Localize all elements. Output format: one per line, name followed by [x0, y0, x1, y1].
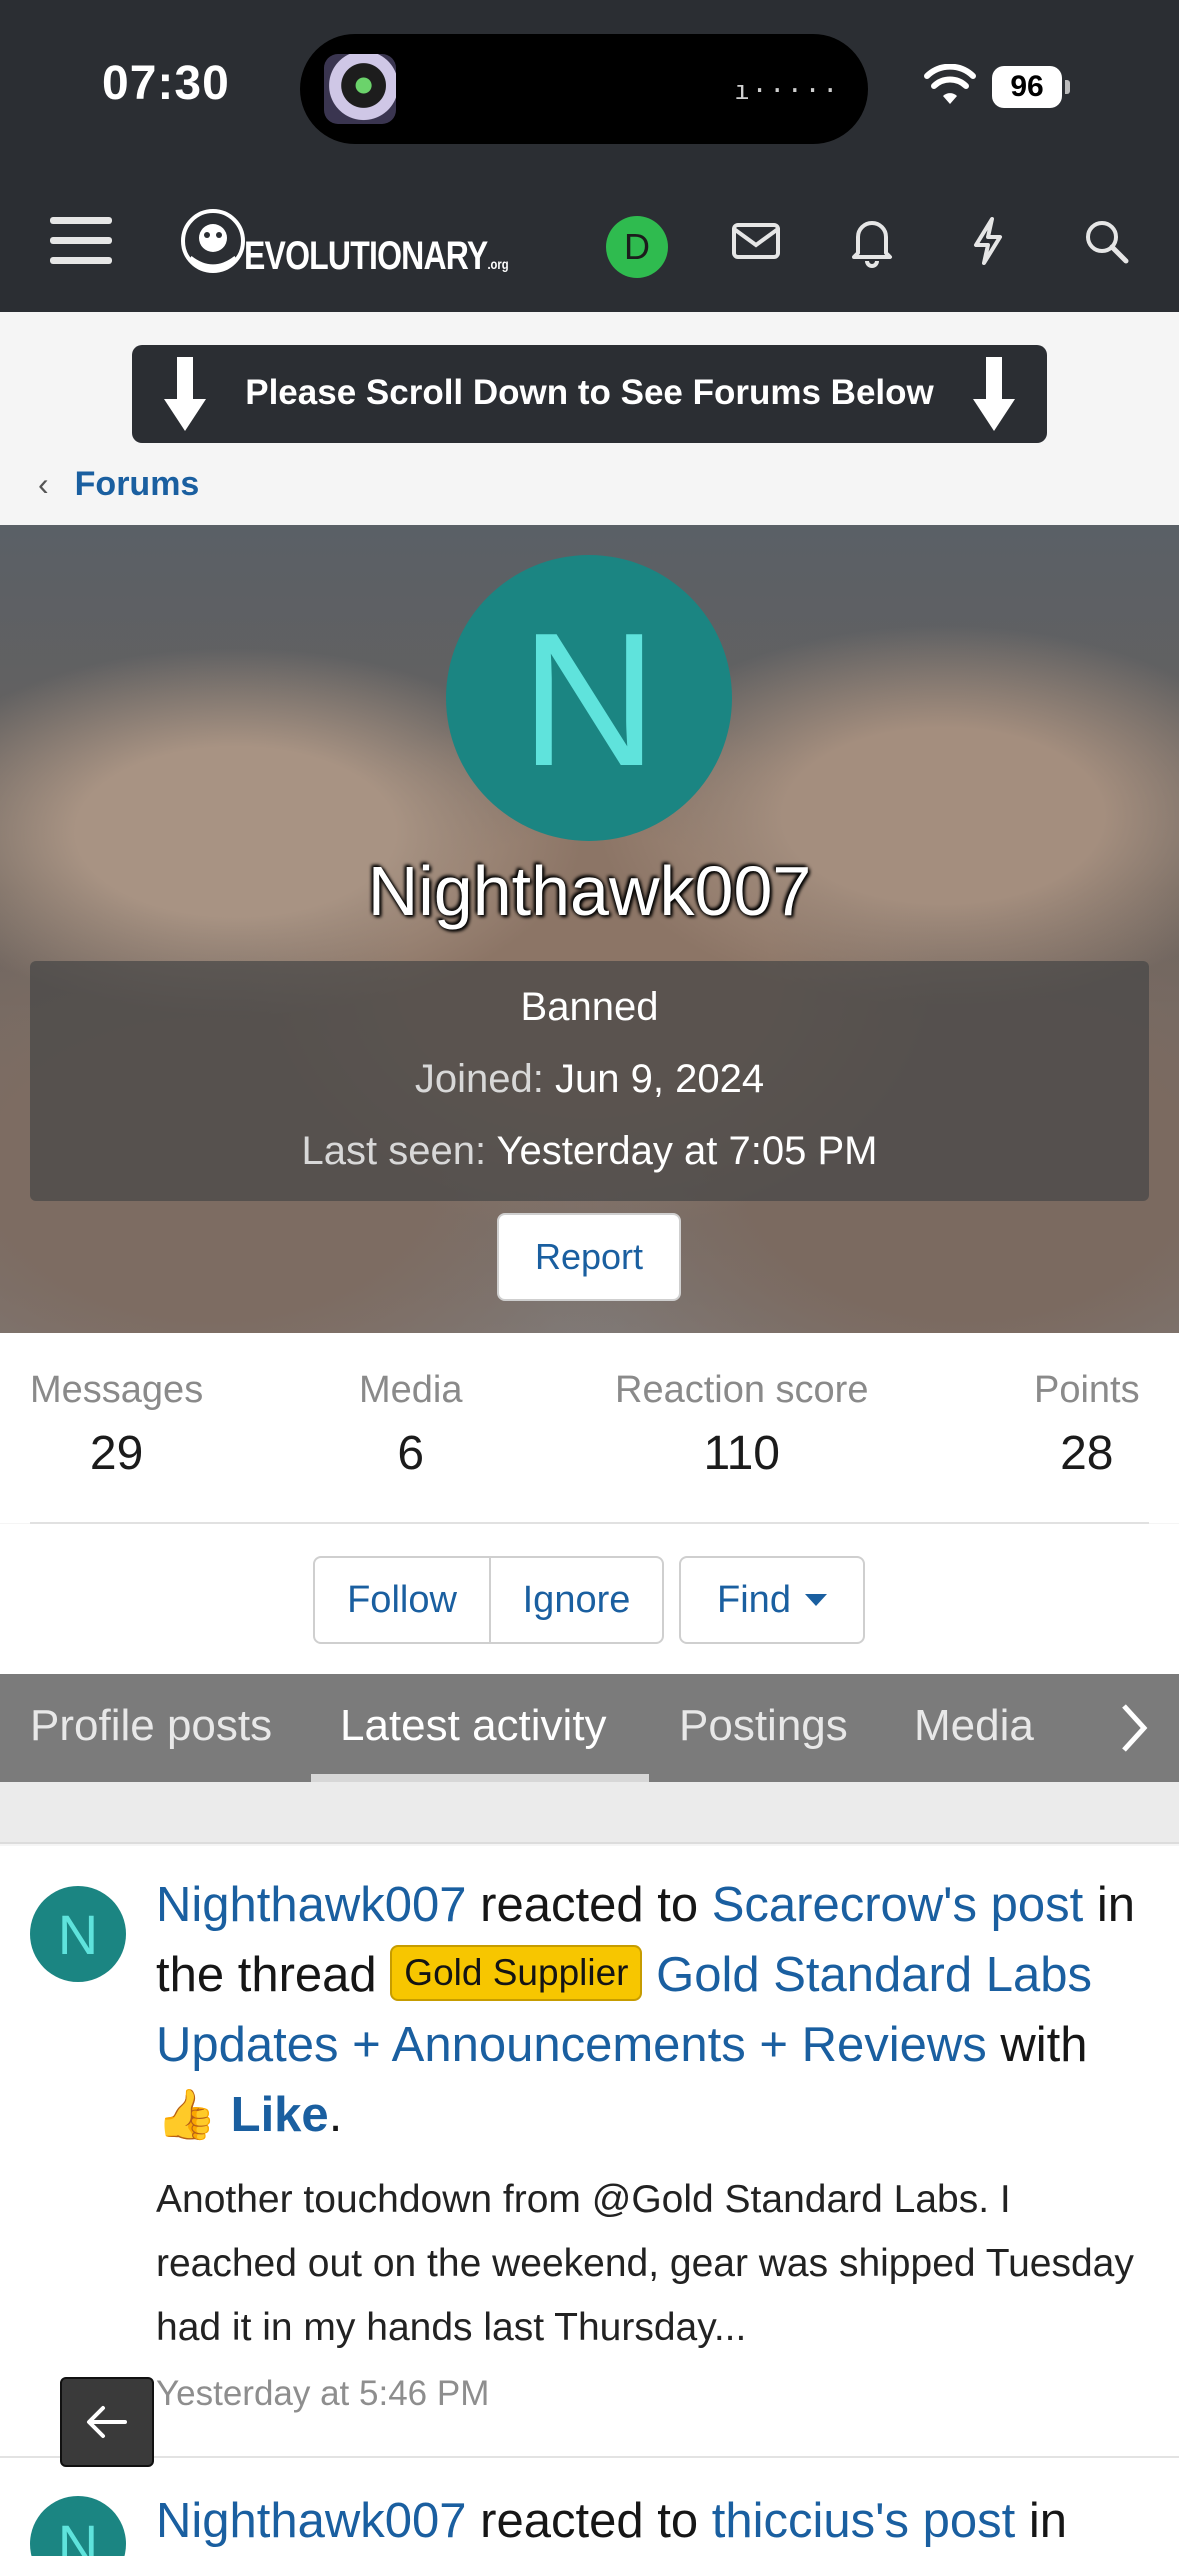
chevron-left-icon: ‹	[38, 465, 49, 502]
back-button[interactable]	[60, 2377, 154, 2467]
profile-tabs: Profile posts Latest activity Postings M…	[0, 1674, 1179, 1782]
profile-info-box: Banned Joined: Jun 9, 2024 Last seen: Ye…	[30, 961, 1149, 1201]
search-icon[interactable]	[1074, 209, 1138, 273]
audio-wave-icon: ı·····	[734, 76, 840, 106]
activity-item: Nighthawk007 reacted to thiccius's post …	[156, 2494, 1067, 2548]
now-playing-thumbnail	[324, 54, 396, 124]
active-tab-indicator	[311, 1774, 649, 1782]
avatar[interactable]: N	[30, 1886, 126, 1982]
reaction-label[interactable]: Like	[231, 2088, 329, 2142]
report-button[interactable]: Report	[497, 1213, 681, 1301]
arrow-left-icon	[87, 2406, 127, 2438]
stat-messages[interactable]: Messages 29	[30, 1369, 203, 1481]
find-dropdown-button[interactable]: Find	[679, 1556, 865, 1644]
scroll-notice-banner: Please Scroll Down to See Forums Below	[132, 345, 1047, 443]
follow-button[interactable]: Follow	[313, 1556, 491, 1644]
post-link[interactable]: thiccius's post	[712, 2494, 1015, 2548]
user-link[interactable]: Nighthawk007	[156, 2494, 467, 2548]
chevron-right-icon	[1122, 1704, 1148, 1752]
user-link[interactable]: Nighthawk007	[156, 1878, 467, 1932]
site-header: EVOLUTIONARY.org D	[0, 174, 1179, 312]
bell-icon[interactable]	[840, 209, 904, 273]
post-snippet[interactable]: Another touchdown from @Gold Standard La…	[156, 2168, 1156, 2360]
status-bar: 07:30 ı····· 96	[0, 0, 1179, 174]
stat-points[interactable]: Points 28	[1034, 1369, 1140, 1481]
user-status: Banned	[520, 985, 659, 1029]
post-link[interactable]: Scarecrow's post	[712, 1878, 1084, 1932]
activity-item: Nighthawk007 reacted to Scarecrow's post…	[156, 1878, 1136, 2142]
profile-avatar[interactable]: N	[446, 555, 732, 841]
status-time: 07:30	[102, 57, 230, 110]
banner-text: Please Scroll Down to See Forums Below	[245, 373, 934, 412]
last-seen-line: Last seen: Yesterday at 7:05 PM	[301, 1129, 878, 1173]
activity-feed: N Nighthawk007 reacted to Scarecrow's po…	[0, 1846, 1179, 2556]
tabs-scroll-right[interactable]	[1089, 1674, 1179, 1782]
gorilla-logo-icon	[181, 209, 245, 273]
user-avatar[interactable]: D	[606, 216, 668, 278]
arrow-down-icon	[973, 357, 1015, 431]
battery-indicator: 96	[992, 66, 1070, 108]
tab-postings[interactable]: Postings	[679, 1674, 848, 1782]
logo-wordmark: EVOLUTIONARY.org	[244, 234, 509, 278]
thumbs-up-icon: 👍	[156, 2088, 218, 2142]
bolt-icon[interactable]	[956, 209, 1020, 273]
breadcrumb[interactable]: ‹ Forums	[38, 462, 199, 506]
profile-username: Nighthawk007	[367, 852, 812, 930]
stat-media[interactable]: Media 6	[359, 1369, 463, 1481]
stat-reaction-score[interactable]: Reaction score 110	[615, 1369, 868, 1481]
tab-media[interactable]: Media	[914, 1674, 1034, 1782]
ignore-button[interactable]: Ignore	[489, 1556, 664, 1644]
divider	[0, 2456, 1179, 2458]
profile-cover: N Nighthawk007 Banned Joined: Jun 9, 202…	[0, 525, 1179, 1333]
wifi-icon	[924, 64, 976, 104]
section-spacer	[0, 1782, 1179, 1844]
thread-prefix-badge: Gold Supplier	[390, 1945, 643, 2001]
joined-line: Joined: Jun 9, 2024	[414, 1057, 765, 1101]
breadcrumb-forums[interactable]: Forums	[75, 465, 200, 504]
profile-stats: Messages 29 Media 6 Reaction score 110 Poin…	[0, 1333, 1179, 1523]
inbox-icon[interactable]	[724, 209, 788, 273]
caret-down-icon	[804, 1594, 827, 1606]
dynamic-island: ı·····	[300, 34, 868, 144]
tab-profile-posts[interactable]: Profile posts	[30, 1674, 272, 1782]
tab-latest-activity[interactable]: Latest activity	[340, 1674, 607, 1782]
menu-icon[interactable]	[48, 209, 112, 273]
avatar[interactable]: N	[30, 2496, 126, 2556]
site-logo[interactable]: EVOLUTIONARY.org	[178, 196, 509, 288]
activity-timestamp[interactable]: Yesterday at 5:46 PM	[156, 2374, 489, 2414]
profile-actions: Follow Ignore Find	[0, 1524, 1179, 1674]
